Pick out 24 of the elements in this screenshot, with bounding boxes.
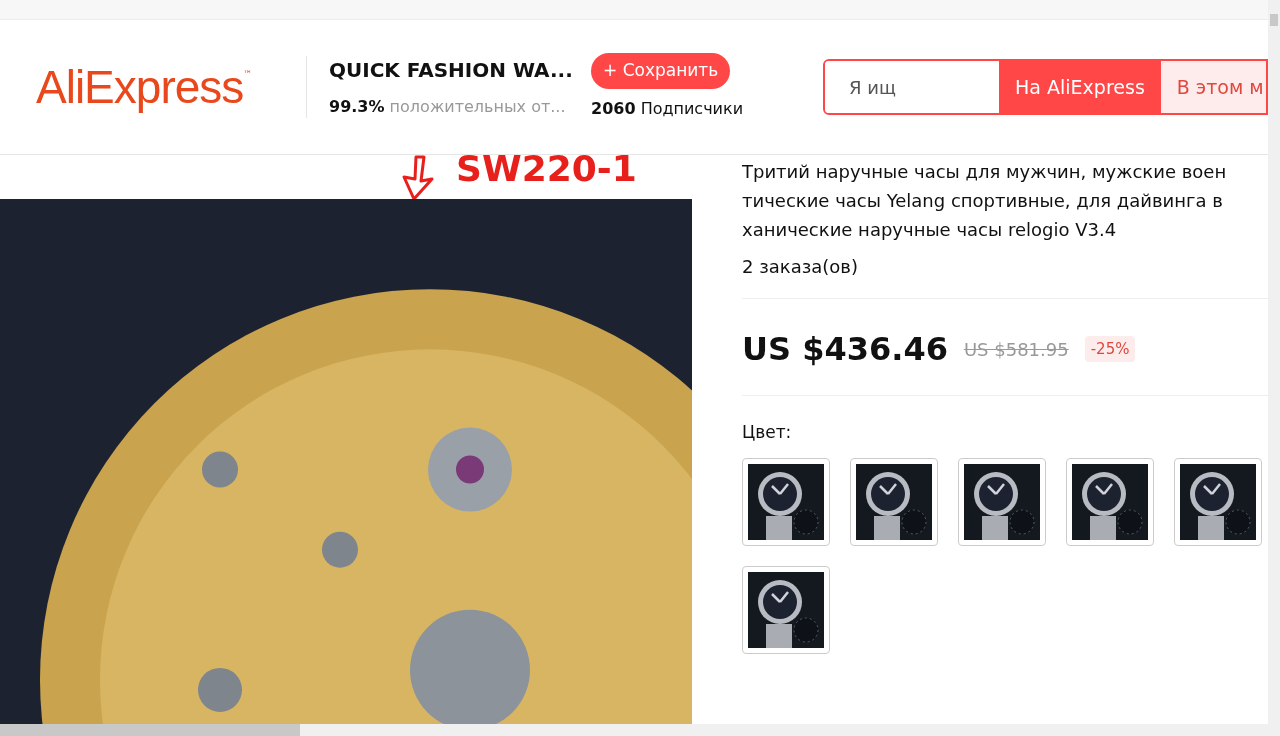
discount-badge: -25%: [1084, 335, 1136, 363]
save-button[interactable]: + Сохранить: [591, 53, 731, 89]
vertical-scrollbar[interactable]: [1268, 0, 1280, 736]
annotation-label: SW220-1: [456, 151, 637, 187]
old-price: US $581.95: [963, 337, 1069, 362]
followers-count: 2060 Подписчики: [591, 98, 744, 120]
search-scope-tab[interactable]: В этом м: [1160, 61, 1266, 113]
search-scope-tab[interactable]: На AliExpress: [999, 61, 1161, 113]
color-option[interactable]: [1174, 457, 1262, 546]
color-option[interactable]: [1066, 457, 1154, 546]
product-title-line: Тритий наручные часы для мужчин, мужские воен: [742, 160, 1228, 184]
color-option[interactable]: [850, 457, 938, 546]
product-title-line: ханические наручные часы relogio V3.4: [742, 218, 1118, 242]
price: US $436.46: [742, 329, 948, 370]
color-option[interactable]: [742, 457, 830, 546]
search-bar[interactable]: Я ищ На AliExpress В этом м: [823, 59, 1268, 115]
color-option[interactable]: [742, 565, 830, 654]
color-option[interactable]: [958, 457, 1046, 546]
color-label: Цвет:: [742, 421, 793, 444]
store-rating: 99.3% положительных от...: [329, 96, 567, 118]
horizontal-scrollbar[interactable]: [0, 724, 1268, 736]
product-title-line: тические часы Yelang спортивные, для дайвинга в: [742, 189, 1224, 213]
orders-count: 2 заказа(ов): [742, 255, 859, 279]
store-name[interactable]: QUICK FASHION WA...: [329, 55, 573, 85]
